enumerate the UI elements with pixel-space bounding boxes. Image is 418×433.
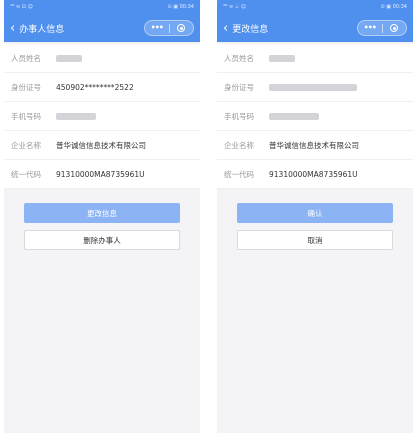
mini-program-capsule: ••• <box>144 20 194 36</box>
nav-bar: ‹ 更改信息 ••• <box>217 14 413 42</box>
redacted-name <box>56 54 82 62</box>
redacted-phone <box>56 112 96 120</box>
field-label: 手机号码 <box>11 111 41 121</box>
change-info-button[interactable]: 更改信息 <box>24 203 180 223</box>
page-title: 办事人信息 <box>19 24 65 35</box>
target-icon[interactable] <box>383 24 407 32</box>
back-chevron-icon[interactable]: ‹ <box>223 22 228 35</box>
field-company: 企业名称 普华诚信信息技术有限公司 <box>4 131 200 160</box>
status-left: ⁴ᴳ ≋ ⊥ ☺ <box>223 4 246 10</box>
status-right: ⊙ ▣ 00:34 <box>167 4 194 10</box>
field-label: 手机号码 <box>224 111 254 121</box>
field-phone[interactable]: 手机号码 <box>217 102 413 131</box>
edit-form: 人员姓名 身份证号 手机号码 企业名称 普华诚信信息技术有限公司 统一代码 91… <box>217 44 413 189</box>
field-label: 身份证号 <box>224 82 254 92</box>
action-area: 更改信息 删除办事人 <box>4 203 200 250</box>
field-label: 统一代码 <box>11 169 41 179</box>
field-unified-code[interactable]: 统一代码 91310000MA8735961U <box>217 160 413 189</box>
page-title: 更改信息 <box>232 24 269 35</box>
field-label: 企业名称 <box>11 140 41 150</box>
back-chevron-icon[interactable]: ‹ <box>10 22 15 35</box>
redacted-phone <box>269 112 319 120</box>
mini-program-capsule: ••• <box>357 20 407 36</box>
field-name: 人员姓名 <box>4 44 200 73</box>
phone-screen-right: ⁴ᴳ ≋ ⊥ ☺ ⊙ ▣ 00:34 ‹ 更改信息 ••• 人员姓名 身份证号 … <box>217 0 413 433</box>
status-left: ⁴ᴳ ≋ ⊡ ☺ <box>10 4 33 10</box>
field-value: 普华诚信信息技术有限公司 <box>56 140 146 150</box>
field-name[interactable]: 人员姓名 <box>217 44 413 73</box>
target-icon[interactable] <box>170 24 194 32</box>
delete-handler-button[interactable]: 删除办事人 <box>24 230 180 250</box>
field-unified-code: 统一代码 91310000MA8735961U <box>4 160 200 189</box>
field-id-number: 身份证号 450902********2522 <box>4 73 200 102</box>
status-bar: ⁴ᴳ ≋ ⊡ ☺ ⊙ ▣ 00:34 <box>4 0 200 14</box>
field-label: 人员姓名 <box>224 53 254 63</box>
field-value: 91310000MA8735961U <box>269 169 358 179</box>
field-label: 企业名称 <box>224 140 254 150</box>
field-phone: 手机号码 <box>4 102 200 131</box>
more-icon[interactable]: ••• <box>145 24 169 32</box>
action-area: 确认 取消 <box>217 203 413 250</box>
status-bar: ⁴ᴳ ≋ ⊥ ☺ ⊙ ▣ 00:34 <box>217 0 413 14</box>
field-value: 普华诚信信息技术有限公司 <box>269 140 359 150</box>
field-company[interactable]: 企业名称 普华诚信信息技术有限公司 <box>217 131 413 160</box>
redacted-id-number <box>269 83 357 91</box>
cancel-button[interactable]: 取消 <box>237 230 393 250</box>
field-label: 身份证号 <box>11 82 41 92</box>
field-value: 450902********2522 <box>56 82 134 92</box>
phone-screen-left: ⁴ᴳ ≋ ⊡ ☺ ⊙ ▣ 00:34 ‹ 办事人信息 ••• 人员姓名 身份证号… <box>4 0 200 433</box>
status-right: ⊙ ▣ 00:34 <box>380 4 407 10</box>
field-value: 91310000MA8735961U <box>56 169 145 179</box>
redacted-name <box>269 54 295 62</box>
confirm-button[interactable]: 确认 <box>237 203 393 223</box>
nav-bar: ‹ 办事人信息 ••• <box>4 14 200 42</box>
field-label: 人员姓名 <box>11 53 41 63</box>
info-form: 人员姓名 身份证号 450902********2522 手机号码 企业名称 普… <box>4 44 200 189</box>
field-label: 统一代码 <box>224 169 254 179</box>
field-id-number[interactable]: 身份证号 <box>217 73 413 102</box>
more-icon[interactable]: ••• <box>358 24 382 32</box>
